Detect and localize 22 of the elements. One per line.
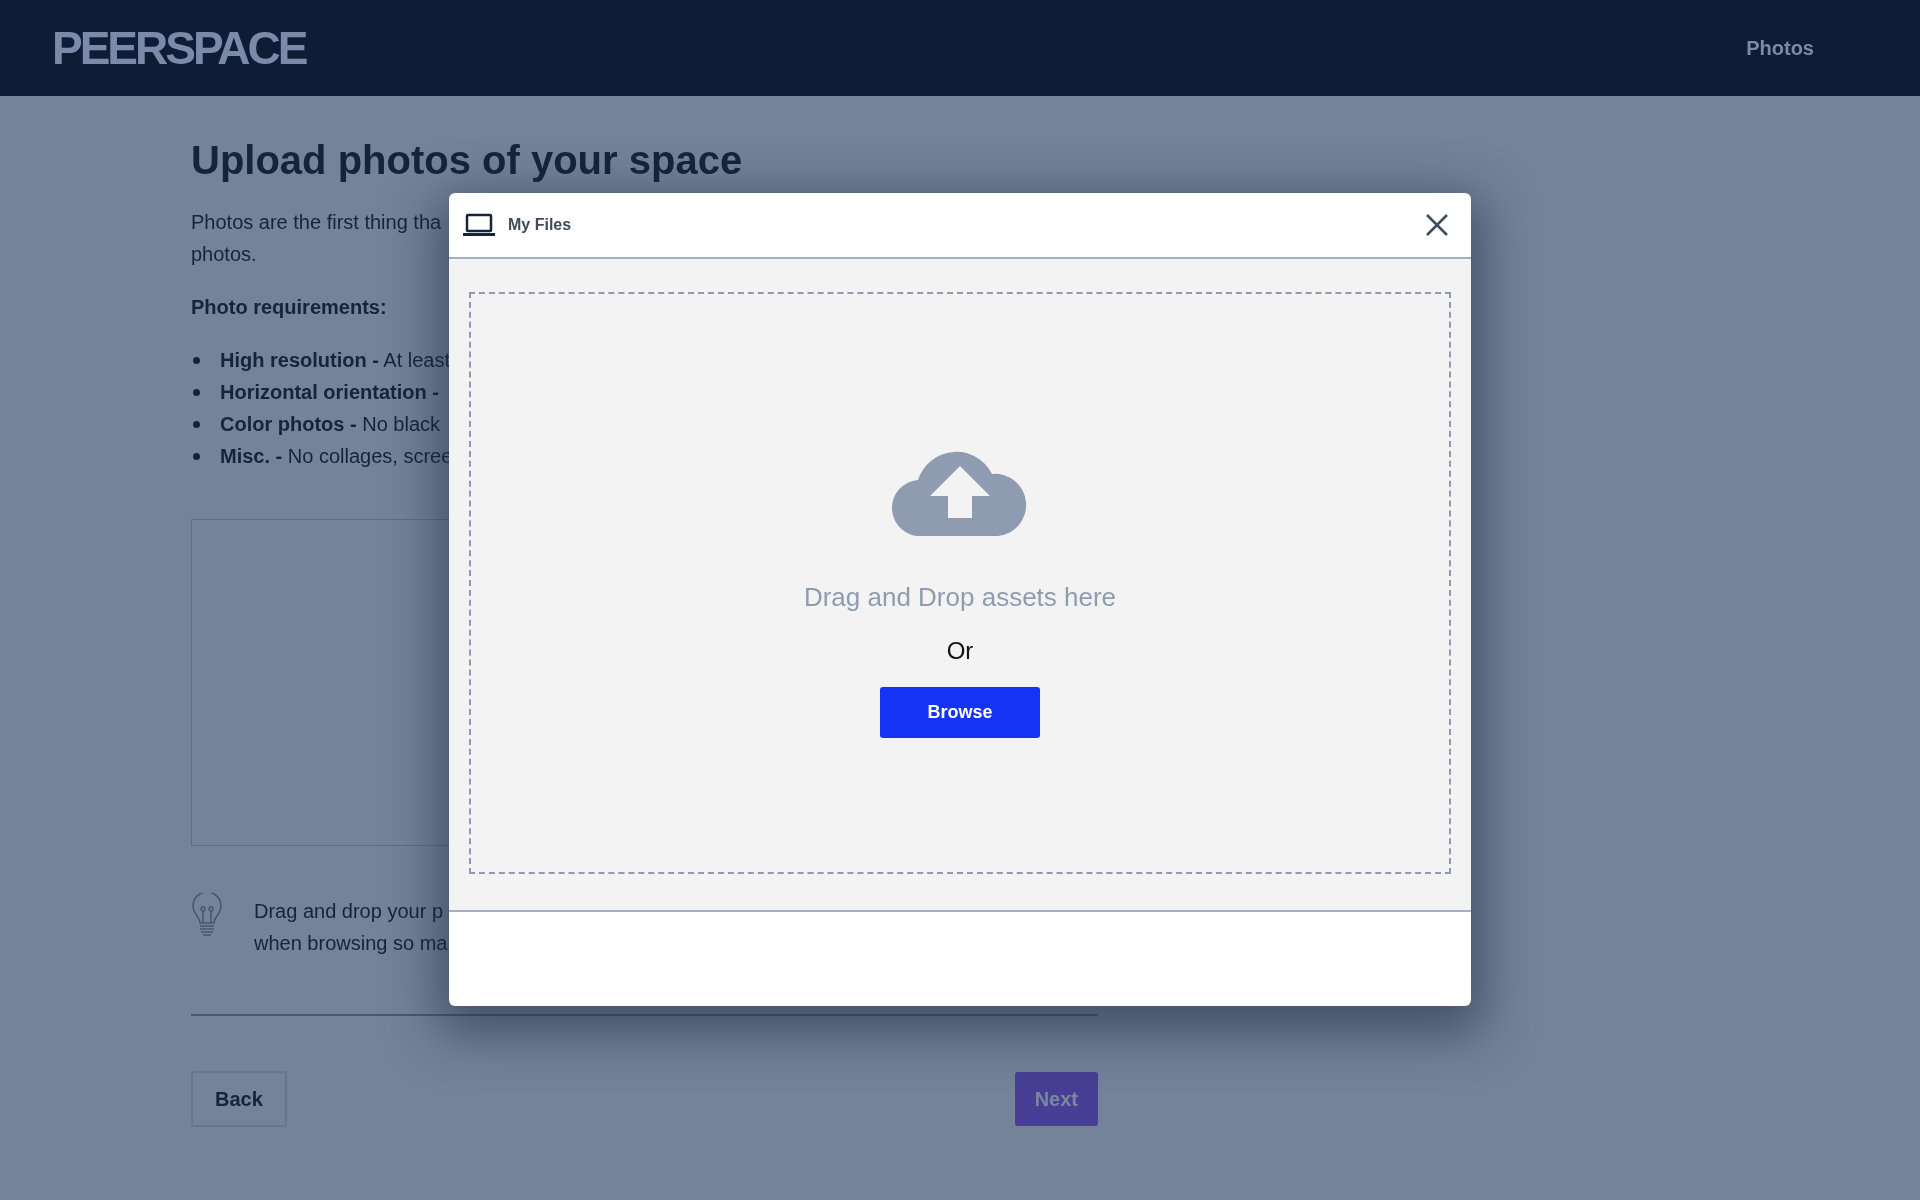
drop-zone[interactable]: Drag and Drop assets here Or Browse	[469, 292, 1451, 874]
back-button[interactable]: Back	[191, 1071, 287, 1127]
requirement-text: High resolution - At least	[220, 348, 451, 373]
requirement-text: Color photos - No black	[220, 412, 440, 437]
bullet-icon	[193, 420, 200, 428]
requirement-text: Horizontal orientation -	[220, 380, 439, 405]
or-text: Or	[946, 636, 974, 666]
bullet-icon	[193, 452, 200, 460]
dialog-title: My Files	[508, 215, 572, 235]
close-icon	[1425, 213, 1449, 237]
bullet-icon	[193, 388, 200, 396]
browse-button[interactable]: Browse	[880, 687, 1040, 738]
laptop-icon	[463, 213, 495, 237]
intro-text: Photos are the first thing tha photos.	[191, 210, 442, 267]
requirement-text: Misc. - No collages, scree	[220, 444, 453, 469]
tip-text: Drag and drop your p when browsing so ma	[254, 899, 448, 956]
requirements-heading: Photo requirements:	[191, 295, 387, 320]
nav-link[interactable]: Photos	[1746, 33, 1814, 63]
bullet-icon	[193, 356, 200, 364]
page-title: Upload photos of your space	[191, 137, 743, 184]
drop-hint: Drag and Drop assets here	[803, 581, 1117, 614]
logo[interactable]: PEERSPACE	[52, 25, 306, 71]
